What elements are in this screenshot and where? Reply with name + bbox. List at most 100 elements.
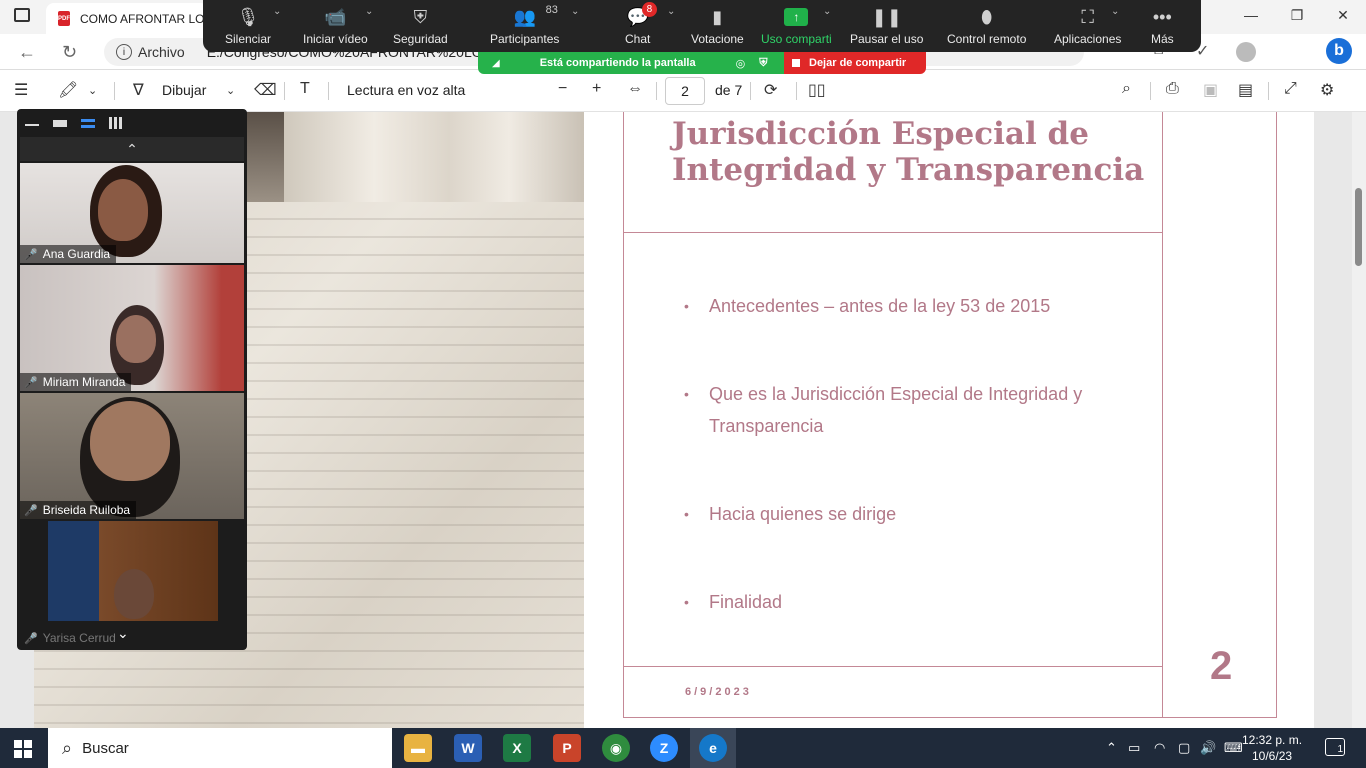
mouse-icon: ⬮ [981, 6, 993, 27]
rotate-icon[interactable]: ⟳ [764, 80, 777, 100]
single-video-icon[interactable] [53, 119, 67, 127]
word-icon[interactable]: W [454, 734, 482, 762]
stop-sharing-button[interactable]: Dejar de compartir [784, 52, 926, 74]
close-icon[interactable]: ✕ [1320, 0, 1366, 30]
meet-now-icon[interactable]: ▢ [1178, 740, 1190, 756]
zoom-app-icon[interactable]: Z [650, 734, 678, 762]
page-total: de 7 [715, 82, 743, 98]
participants-chevron-icon[interactable]: ⌄ [571, 6, 579, 17]
chat-button[interactable]: 💬 8 Chat [625, 2, 657, 46]
muted-mic-icon: 🎤 [24, 248, 38, 261]
side-by-side-icon[interactable] [81, 118, 95, 128]
show-hidden-icons-icon[interactable]: ⌃ [1106, 740, 1117, 756]
print-icon[interactable]: ⎙ [1166, 80, 1179, 98]
chrome-icon[interactable]: ◉ [602, 734, 630, 762]
search-icon[interactable]: ⌕ [1122, 80, 1131, 98]
zoom-in-icon[interactable]: + [592, 80, 601, 98]
file-explorer-icon[interactable]: ▬ [404, 734, 432, 762]
participant-tile[interactable]: 🎤 Miriam Miranda [20, 265, 244, 391]
separator [328, 82, 329, 100]
slide-outer-frame [1163, 112, 1277, 718]
fullscreen-icon[interactable]: ⤢ [1284, 80, 1297, 98]
slide-bullet: Hacia quienes se dirige [684, 498, 1104, 530]
vertical-scrollbar[interactable] [1352, 112, 1366, 728]
apps-chevron-icon[interactable]: ⌄ [1111, 6, 1119, 17]
back-arrow-icon[interactable]: ← [18, 42, 36, 63]
more-button[interactable]: ••• Más [1151, 4, 1174, 47]
draw-icon[interactable]: ∇ [133, 80, 144, 100]
address-prefix: Archivo [138, 44, 185, 60]
start-video-button[interactable]: 📹 Iniciar vídeo [303, 4, 368, 47]
slide-divider [623, 666, 1163, 667]
powerpoint-icon[interactable]: P [553, 734, 581, 762]
participants-button[interactable]: 👥 83 Participantes [490, 4, 559, 46]
draw-chevron-icon[interactable]: ⌄ [226, 84, 235, 97]
signal-icon: ◢ [492, 57, 500, 69]
minimize-icon[interactable]: — [1228, 0, 1274, 30]
mute-chevron-icon[interactable]: ⌄ [273, 6, 281, 17]
zoom-out-icon[interactable]: − [558, 80, 567, 98]
video-chevron-icon[interactable]: ⌄ [365, 6, 373, 17]
tab-pdf-document[interactable]: PDF COMO AFRONTAR LOS [46, 3, 208, 34]
page-view-icon[interactable]: ▯▯ [808, 80, 826, 100]
save-icon[interactable]: ▣ [1203, 80, 1218, 100]
polls-button[interactable]: ▮ Votacione [691, 4, 744, 47]
save-as-icon[interactable]: ▤ [1238, 80, 1253, 100]
security-button[interactable]: ⛨ Seguridad [393, 4, 448, 47]
pause-icon: ❚❚ [871, 6, 902, 27]
taskbar-search[interactable]: ⌕ Buscar [48, 728, 392, 768]
excel-icon[interactable]: X [503, 734, 531, 762]
profile-avatar[interactable] [1236, 42, 1256, 62]
draw-button[interactable]: Dibujar [162, 82, 206, 98]
scroll-up-icon[interactable]: ⌃ [20, 137, 244, 161]
scroll-down-icon[interactable]: ⌄ [117, 625, 129, 642]
language-icon[interactable]: ⌨ [1224, 740, 1243, 756]
minimize-video-icon[interactable] [25, 120, 39, 126]
slide-divider [623, 232, 1163, 233]
gallery-view-icon[interactable] [109, 117, 123, 129]
restore-icon[interactable]: ❐ [1274, 0, 1320, 30]
wifi-icon[interactable]: ◠ [1154, 740, 1165, 756]
share-screen-button[interactable]: ↑ Uso comparti [761, 4, 832, 46]
slide-bullet-list: Antecedentes – antes de la ley 53 de 201… [684, 290, 1104, 618]
participant-tile[interactable]: 🎤 Ana Guardia [20, 163, 244, 263]
pdf-page-slide: Jurisdicción Especial de Integridad y Tr… [584, 112, 1314, 728]
separator [656, 82, 657, 100]
tab-title: COMO AFRONTAR LOS [80, 11, 208, 26]
page-number-input[interactable]: 2 [665, 77, 705, 105]
chat-chevron-icon[interactable]: ⌄ [667, 6, 675, 17]
refresh-icon[interactable]: ↻ [62, 42, 77, 63]
mute-button[interactable]: 🎙 Silenciar [225, 4, 271, 47]
pause-share-button[interactable]: ❚❚ Pausar el uso [850, 4, 923, 47]
slide-title: Jurisdicción Especial de Integridad y Tr… [672, 116, 1145, 188]
participant-tile[interactable]: 🎤 Yarisa Cerrud [20, 521, 244, 647]
scrollbar-thumb[interactable] [1355, 188, 1362, 266]
read-aloud-button[interactable]: Lectura en voz alta [347, 82, 465, 98]
battery-icon[interactable]: ▭ [1128, 740, 1140, 756]
fit-width-icon[interactable]: ⇔ [627, 80, 643, 98]
highlight-chevron-icon[interactable]: ⌄ [88, 84, 97, 97]
remote-control-button[interactable]: ⬮ Control remoto [947, 4, 1026, 47]
zoom-meeting-toolbar: 🎙 Silenciar ⌄ 📹 Iniciar vídeo ⌄ ⛨ Seguri… [203, 0, 1201, 52]
shield-icon: ⛨ [413, 6, 428, 27]
system-clock[interactable]: 12:32 p. m. 10/6/23 [1242, 732, 1302, 764]
participant-tile[interactable]: 🎤 Briseida Ruiloba [20, 393, 244, 519]
eraser-icon[interactable]: ⌫ [254, 80, 277, 100]
slide-bullet: Que es la Jurisdicción Especial de Integ… [684, 378, 1104, 442]
muted-mic-icon: 🎤 [24, 376, 38, 389]
tab-actions-icon[interactable] [14, 8, 30, 22]
settings-gear-icon[interactable]: ⚙ [1320, 80, 1334, 100]
contents-icon[interactable]: ☰ [14, 80, 28, 100]
volume-icon[interactable]: 🔊 [1200, 740, 1216, 756]
edge-icon[interactable]: e [699, 734, 727, 762]
bing-icon[interactable]: b [1326, 38, 1352, 64]
notification-center-icon[interactable]: 1 [1325, 738, 1345, 756]
share-chevron-icon[interactable]: ⌄ [823, 6, 831, 17]
more-dots-icon: ••• [1152, 6, 1172, 27]
stop-square-icon [792, 59, 800, 67]
windows-start-icon[interactable] [14, 740, 32, 758]
highlight-icon[interactable]: 🖍 [58, 80, 78, 100]
slide-bullet: Finalidad [684, 586, 1104, 618]
sharing-info-icon[interactable]: ◎ [736, 57, 746, 70]
text-box-icon[interactable]: T [300, 80, 310, 98]
